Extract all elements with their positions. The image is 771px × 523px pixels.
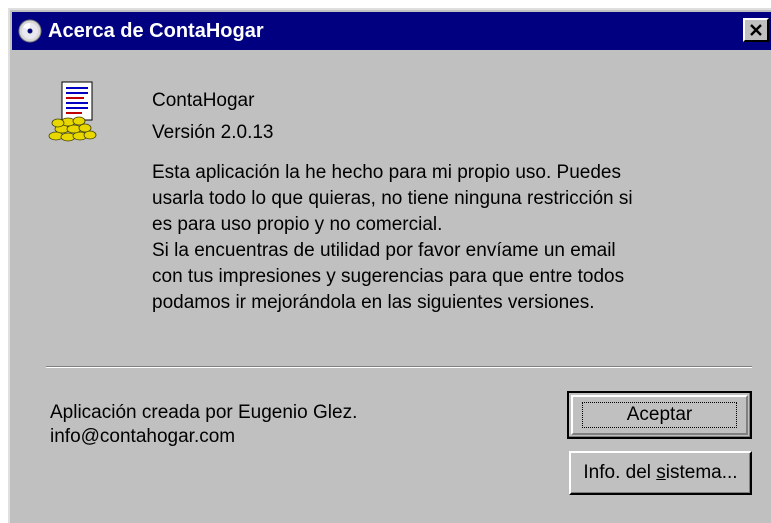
ledger-coins-icon <box>48 81 97 142</box>
app-version: Versión 2.0.13 <box>152 122 274 143</box>
app-description: Esta aplicación la he hecho para mi prop… <box>152 160 712 316</box>
description-line: usarla todo lo que quieras, no tiene nin… <box>152 188 633 209</box>
close-button[interactable] <box>743 18 769 42</box>
close-icon <box>750 24 762 36</box>
title-bar[interactable]: Acerca de ContaHogar <box>12 12 771 50</box>
system-info-button-label: Info. del sistema... <box>583 462 738 483</box>
about-dialog: Acerca de ContaHogar ContaHogar Versión … <box>8 8 771 523</box>
app-name: ContaHogar <box>152 90 255 111</box>
description-line: con tus impresiones y sugerencias para q… <box>152 266 625 287</box>
description-line: es para uso propio y no comercial. <box>152 214 443 235</box>
system-info-button[interactable]: Info. del sistema... <box>569 451 752 495</box>
description-line: Si la encuentras de utilidad por favor e… <box>152 240 616 261</box>
cd-disc-icon <box>18 19 42 43</box>
description-line: podamos ir mejorándola en las siguientes… <box>152 292 595 313</box>
window-title: Acerca de ContaHogar <box>48 20 264 42</box>
separator <box>46 366 752 368</box>
accept-button[interactable]: Aceptar <box>567 391 752 439</box>
author-credits: Aplicación creada por Eugenio Glez. <box>50 402 358 423</box>
accept-button-label: Aceptar <box>581 402 738 428</box>
author-email: info@contahogar.com <box>50 426 236 447</box>
description-line: Esta aplicación la he hecho para mi prop… <box>152 162 621 183</box>
